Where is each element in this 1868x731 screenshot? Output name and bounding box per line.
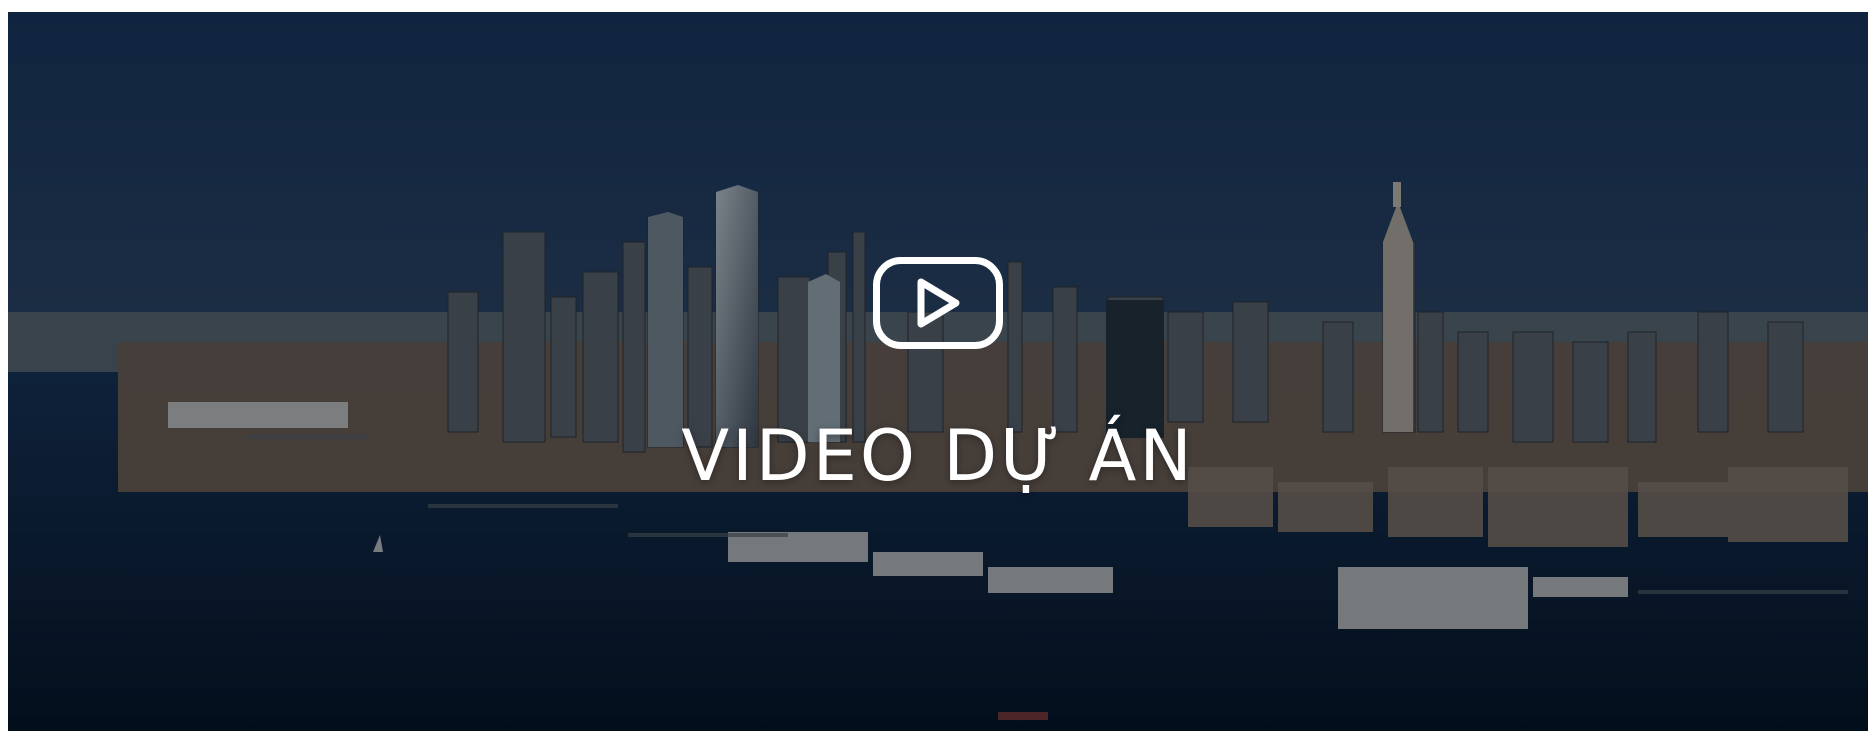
- hero-title: VIDEO DỰ ÁN: [681, 415, 1195, 497]
- hero-content: VIDEO DỰ ÁN: [8, 257, 1868, 491]
- video-hero[interactable]: VIDEO DỰ ÁN: [8, 12, 1868, 731]
- play-icon: [917, 278, 960, 328]
- play-button[interactable]: [873, 257, 1003, 349]
